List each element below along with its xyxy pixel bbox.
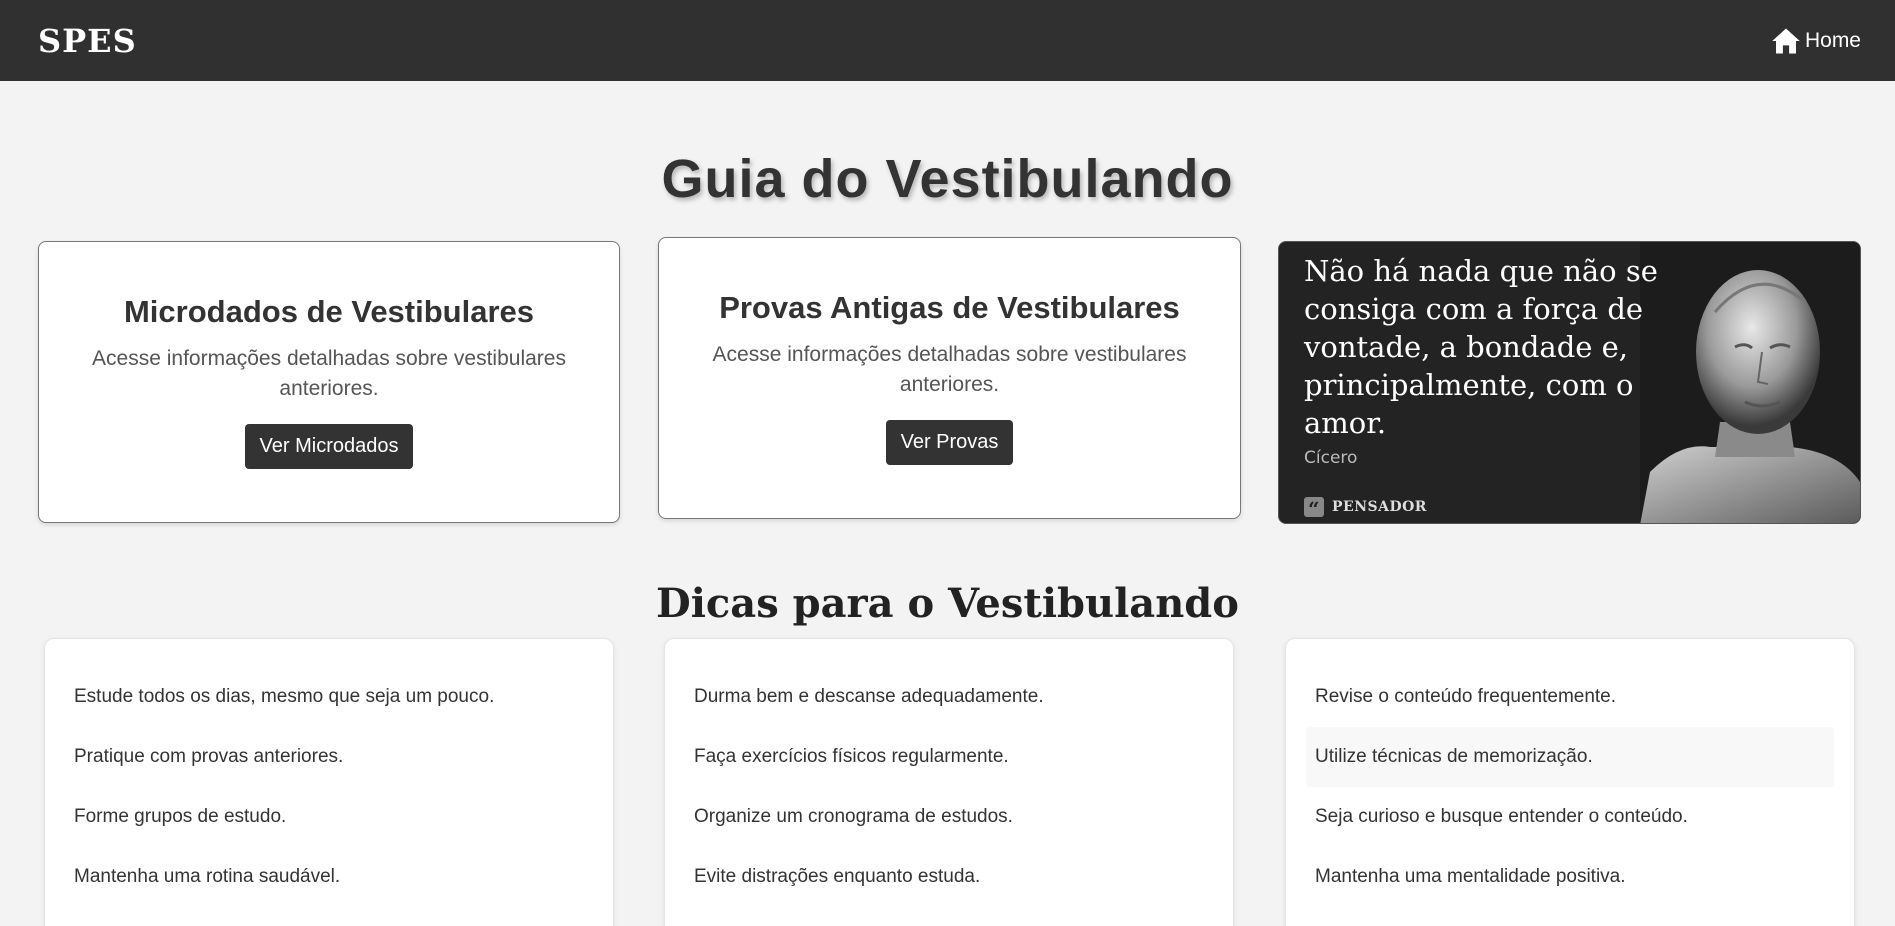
home-icon <box>1772 28 1800 53</box>
tips-card: Revise o conteúdo frequentemente. Utiliz… <box>1285 638 1855 926</box>
tip-item: Evite distrações enquanto estuda. <box>694 866 981 887</box>
card-microdados: Microdados de Vestibulares Acesse inform… <box>38 241 620 523</box>
card-provas: Provas Antigas de Vestibulares Acesse in… <box>658 237 1241 519</box>
cicero-bust-image <box>1640 242 1860 523</box>
tip-item: Faça exercícios físicos regularmente. <box>694 746 1009 767</box>
card-description: Acesse informações detalhadas sobre vest… <box>92 347 566 400</box>
card-title: Microdados de Vestibulares <box>123 294 535 329</box>
tip-item: Mantenha uma mentalidade positiva. <box>1315 866 1626 887</box>
ver-microdados-button[interactable]: Ver Microdados <box>244 424 414 469</box>
tip-item: Utilize técnicas de memorização. <box>1306 727 1834 787</box>
tips-section-title: Dicas para o Vestibulando <box>656 580 1239 627</box>
quote-mark-icon: “ <box>1304 497 1324 521</box>
tip-item: Pratique com provas anteriores. <box>74 746 344 767</box>
ver-provas-button[interactable]: Ver Provas <box>885 420 1014 465</box>
quote-source-label: PENSADOR <box>1332 499 1427 515</box>
quote-source: “ PENSADOR <box>1304 497 1427 521</box>
top-navbar: SPES Home <box>0 0 1895 81</box>
tip-item: Estude todos os dias, mesmo que seja um … <box>74 686 495 707</box>
home-link-label: Home <box>1804 28 1861 52</box>
tip-item: Revise o conteúdo frequentemente. <box>1315 686 1617 707</box>
tip-item: Mantenha uma rotina saudável. <box>74 866 341 887</box>
tips-card: Durma bem e descanse adequadamente. Faça… <box>664 638 1234 926</box>
page-title: Guia do Vestibulando <box>661 149 1234 209</box>
tip-item: Seja curioso e busque entender o conteúd… <box>1315 806 1688 827</box>
quote-text: Não há nada que não se consiga com a for… <box>1304 254 1658 440</box>
quote-author: Cícero <box>1304 448 1358 468</box>
tip-item: Organize um cronograma de estudos. <box>694 806 1013 827</box>
tips-card: Estude todos os dias, mesmo que seja um … <box>44 638 614 926</box>
home-link[interactable]: Home <box>1771 27 1861 55</box>
card-title: Provas Antigas de Vestibulares <box>719 290 1180 325</box>
tip-item: Forme grupos de estudo. <box>74 806 287 827</box>
tip-item: Durma bem e descanse adequadamente. <box>694 686 1044 707</box>
card-description: Acesse informações detalhadas sobre vest… <box>712 343 1187 396</box>
brand-logo[interactable]: SPES <box>38 22 137 60</box>
quote-image-card: Não há nada que não se consiga com a for… <box>1278 241 1861 524</box>
